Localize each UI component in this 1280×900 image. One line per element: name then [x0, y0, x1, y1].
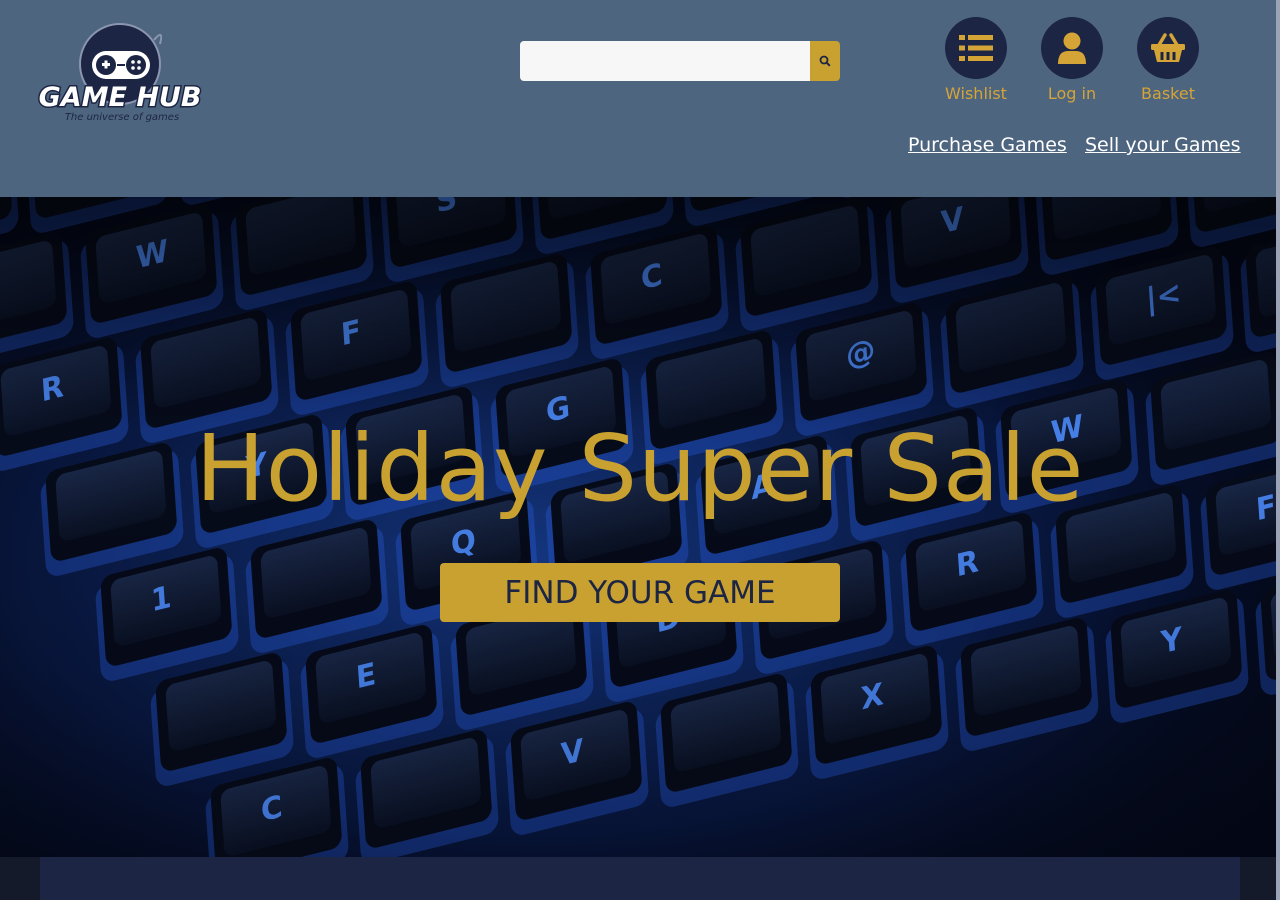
basket-icon [1151, 33, 1185, 62]
wishlist-label: Wishlist [945, 84, 1007, 103]
logo-wordmark: GAME HUB [39, 82, 202, 113]
search-input[interactable] [520, 41, 810, 81]
find-your-game-button[interactable]: FIND YOUR GAME [440, 563, 840, 622]
nav-purchase-games[interactable]: Purchase Games [908, 134, 1067, 156]
basket-button[interactable]: Basket [1123, 17, 1213, 103]
scrollbar[interactable] [1276, 0, 1280, 900]
gamepad-icon [92, 51, 150, 79]
basket-label: Basket [1141, 84, 1195, 103]
game-hub-logo[interactable]: GAME HUB The universe of games [36, 22, 206, 130]
list-icon [959, 35, 993, 61]
login-icon-circle [1041, 17, 1103, 79]
wishlist-button[interactable]: Wishlist [931, 17, 1021, 103]
nav-sell-games[interactable]: Sell your Games [1085, 134, 1241, 156]
login-button[interactable]: Log in [1027, 17, 1117, 103]
bottom-gutter-left [0, 857, 40, 900]
hero-title: Holiday Super Sale [195, 415, 1085, 522]
site-header: GAME HUB The universe of games Wishlist [0, 0, 1280, 197]
logo-tagline: The universe of games [65, 112, 179, 123]
search-bar [520, 41, 840, 81]
wishlist-icon-circle [945, 17, 1007, 79]
user-icon [1058, 32, 1086, 64]
hero-banner: 1QAWSEDRFCVXYG@|<1QAWSEDRFCVXY Holiday S… [0, 197, 1280, 857]
bottom-gutter-right [1240, 857, 1280, 900]
basket-icon-circle [1137, 17, 1199, 79]
search-icon [819, 55, 831, 67]
login-label: Log in [1047, 84, 1097, 103]
content-panel [40, 857, 1240, 900]
search-button[interactable] [810, 41, 840, 81]
